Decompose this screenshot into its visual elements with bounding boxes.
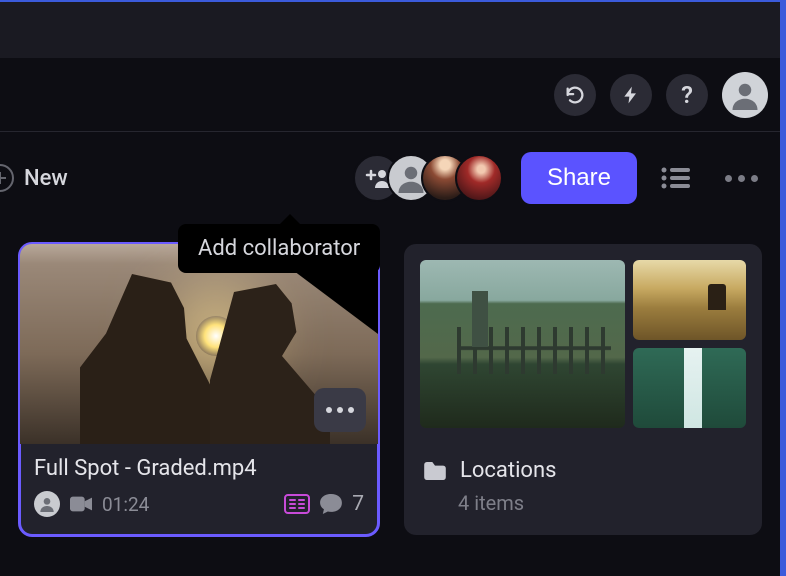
- new-button[interactable]: New: [0, 164, 68, 192]
- help-icon: ?: [681, 81, 693, 109]
- more-options-button[interactable]: [715, 165, 768, 192]
- collage-image-2: [633, 260, 746, 340]
- collaborator-avatar-3[interactable]: [455, 154, 503, 202]
- tooltip-add-collaborator: Add collaborator: [178, 224, 380, 273]
- video-title: Full Spot - Graded.mp4: [34, 456, 364, 481]
- folder-card[interactable]: Locations 4 items: [404, 244, 762, 535]
- card-body: Locations 4 items: [404, 444, 762, 535]
- comment-icon: [320, 494, 342, 514]
- toolbar: New Share: [0, 132, 786, 224]
- user-silhouette-icon: [39, 496, 55, 512]
- collage-image-1: [420, 260, 625, 428]
- lightning-button[interactable]: [610, 74, 652, 116]
- user-silhouette-icon: [730, 80, 760, 110]
- folder-name: Locations: [460, 458, 556, 483]
- new-button-label: New: [24, 166, 68, 191]
- card-body: Full Spot - Graded.mp4 01:24: [20, 444, 378, 533]
- video-meta: 01:24 7: [34, 491, 364, 517]
- plus-icon: [0, 164, 14, 192]
- comment-count: 7: [352, 492, 364, 516]
- list-icon: [661, 166, 691, 190]
- folder-item-count: 4 items: [458, 491, 744, 515]
- refresh-icon: [564, 84, 586, 106]
- collaborator-avatars: [353, 154, 503, 202]
- right-border: [780, 0, 786, 576]
- video-card[interactable]: Full Spot - Graded.mp4 01:24: [20, 244, 378, 535]
- uploader-avatar: [34, 491, 60, 517]
- video-duration: 01:24: [102, 493, 149, 516]
- header-bar: ?: [0, 58, 786, 132]
- profile-avatar[interactable]: [722, 72, 768, 118]
- video-thumbnail: [20, 244, 378, 444]
- collage-image-3: [633, 348, 746, 428]
- task-icon: [284, 494, 310, 514]
- card-more-button[interactable]: [314, 388, 366, 432]
- list-view-button[interactable]: [655, 157, 697, 199]
- refresh-button[interactable]: [554, 74, 596, 116]
- help-button[interactable]: ?: [666, 74, 708, 116]
- folder-icon: [424, 462, 446, 480]
- video-icon: [70, 496, 92, 512]
- top-banner: [0, 0, 786, 58]
- cards-grid: Full Spot - Graded.mp4 01:24: [0, 244, 786, 535]
- lightning-icon: [621, 84, 641, 106]
- folder-thumbnail-collage: [404, 244, 762, 444]
- share-button[interactable]: Share: [521, 152, 637, 204]
